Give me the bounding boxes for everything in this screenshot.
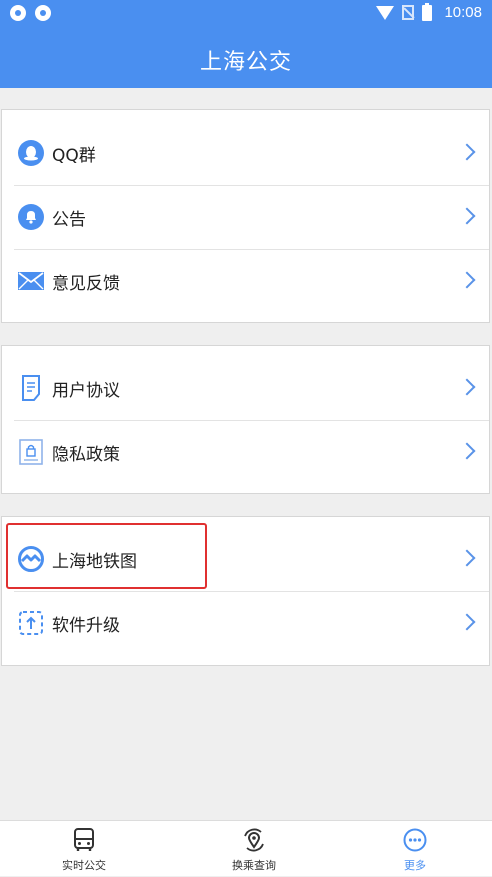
bell-icon <box>18 204 44 230</box>
menu-item-privacy-policy[interactable]: 隐私政策 <box>14 420 479 484</box>
menu-item-label: QQ群 <box>52 145 96 166</box>
chevron-right-icon <box>458 271 476 289</box>
upgrade-icon <box>18 610 44 636</box>
bus-icon <box>71 827 97 853</box>
location-transfer-icon <box>241 827 267 853</box>
menu-item-announcement[interactable]: 公告 <box>14 185 479 249</box>
tab-label: 更多 <box>404 859 426 872</box>
status-time: 10:08 <box>444 4 482 21</box>
menu-item-label: 公告 <box>52 209 86 230</box>
tab-label: 换乘查询 <box>232 859 276 872</box>
menu-item-label: 软件升级 <box>52 615 120 636</box>
tab-more[interactable]: 更多 <box>333 821 492 877</box>
tab-transfer-query[interactable]: 换乘查询 <box>172 821 336 877</box>
more-icon <box>402 827 428 853</box>
tab-realtime-bus[interactable]: 实时公交 <box>2 821 166 877</box>
no-sim-icon <box>402 5 415 20</box>
battery-icon <box>422 2 433 21</box>
app-header: 10:08 上海公交 <box>0 0 492 88</box>
chevron-right-icon <box>458 143 476 161</box>
chevron-right-icon <box>458 549 476 567</box>
lock-document-icon <box>18 439 44 465</box>
highlight-box <box>6 523 207 589</box>
settings-group-2: 用户协议 隐私政策 <box>1 345 490 494</box>
status-bar: 10:08 <box>0 0 492 28</box>
notification-icon <box>10 5 26 21</box>
chevron-right-icon <box>458 442 476 460</box>
settings-group-1: QQ群 公告 意见反馈 <box>1 109 490 323</box>
chevron-right-icon <box>458 378 476 396</box>
notification-icon <box>35 5 51 21</box>
chevron-right-icon <box>458 207 476 225</box>
tab-label: 实时公交 <box>62 859 106 872</box>
menu-item-qq-group[interactable]: QQ群 <box>14 121 479 185</box>
menu-item-feedback[interactable]: 意见反馈 <box>14 249 479 313</box>
bottom-tab-bar: 实时公交 换乘查询 更多 <box>0 820 492 876</box>
mail-icon <box>18 268 44 294</box>
menu-item-label: 隐私政策 <box>52 444 120 465</box>
menu-item-software-upgrade[interactable]: 软件升级 <box>14 591 479 655</box>
wifi-icon <box>376 6 395 20</box>
menu-item-label: 用户协议 <box>52 380 120 401</box>
menu-item-user-agreement[interactable]: 用户协议 <box>14 356 479 420</box>
document-icon <box>18 375 44 401</box>
qq-icon <box>18 140 44 166</box>
page-title: 上海公交 <box>199 50 292 75</box>
menu-item-label: 意见反馈 <box>52 273 120 294</box>
chevron-right-icon <box>458 613 476 631</box>
